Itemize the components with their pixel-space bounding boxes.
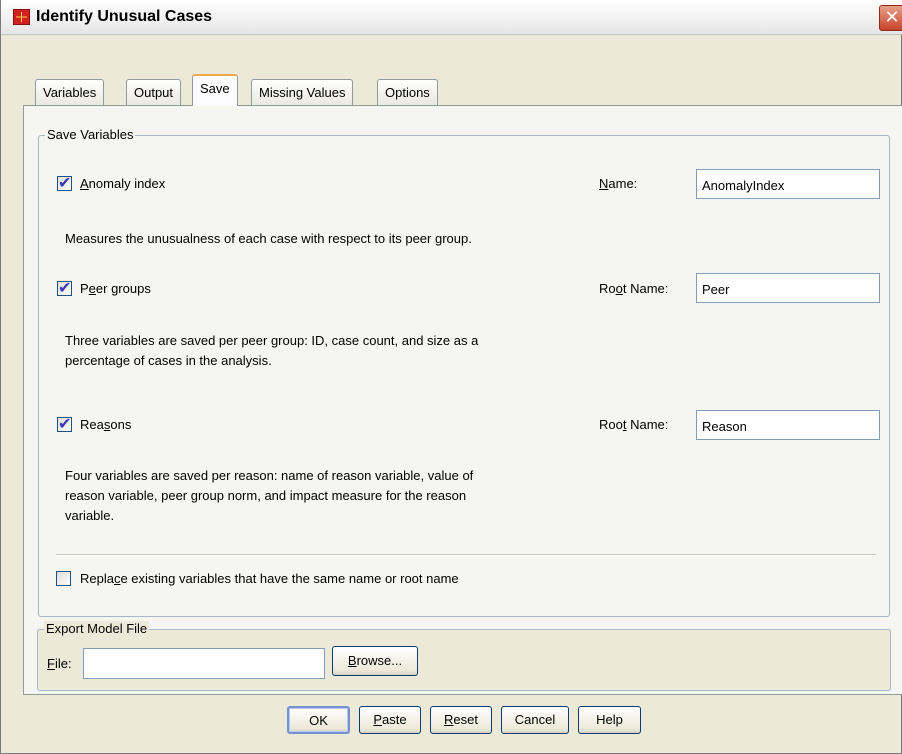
cancel-label: Cancel (514, 712, 556, 727)
peer-root-name-input[interactable]: Peer (696, 273, 880, 303)
reasons-desc-line: reason variable, peer group norm, and im… (65, 488, 467, 503)
peer-groups-description: Three variables are saved per peer group… (65, 331, 478, 371)
help-button[interactable]: Help (578, 706, 641, 734)
reasons-root-name-value: Reason (702, 419, 747, 434)
reasons-root-name-input[interactable]: Reason (696, 410, 880, 440)
peer-desc-line: percentage of cases in the analysis. (65, 353, 272, 368)
tab-label: Missing Values (259, 85, 346, 100)
reasons-description: Four variables are saved per reason: nam… (65, 466, 473, 526)
tab-label: Save (200, 81, 230, 96)
ok-label: OK (309, 713, 328, 728)
tab-label: Output (134, 85, 174, 100)
reasons-desc-line: Four variables are saved per reason: nam… (65, 468, 474, 483)
replace-existing-label[interactable]: Replace existing variables that have the… (80, 571, 459, 586)
help-label: Help (596, 712, 623, 727)
file-path-input[interactable] (83, 648, 325, 679)
dialog-body: Variables Output Save Missing Values Opt… (1, 0, 902, 754)
file-label: File: (47, 656, 72, 671)
tab-label: Variables (43, 85, 97, 100)
peer-desc-line: Three variables are saved per peer group… (65, 333, 479, 348)
anomaly-name-value: AnomalyIndex (702, 178, 785, 193)
tab-variables[interactable]: Variables (35, 79, 105, 105)
ok-button[interactable]: OK (287, 706, 350, 734)
anomaly-index-label[interactable]: Anomaly index (80, 176, 165, 191)
anomaly-index-description: Measures the unusualness of each case wi… (65, 231, 472, 246)
anomaly-name-label: Name: (599, 176, 638, 191)
identify-unusual-cases-dialog: Identify Unusual Cases ✕ Variables Outpu… (0, 0, 902, 754)
reset-button[interactable]: Reset (430, 706, 492, 734)
anomaly-name-input[interactable]: AnomalyIndex (696, 169, 880, 199)
reasons-checkbox[interactable] (57, 414, 72, 433)
tab-options[interactable]: Options (377, 79, 438, 105)
export-model-file-legend: Export Model File (44, 621, 150, 636)
save-tab-panel: Save Variables Anomaly index Name: Anoma… (23, 105, 902, 695)
tab-output[interactable]: Output (126, 79, 182, 105)
tab-label: Options (385, 85, 430, 100)
replace-existing-checkbox[interactable] (56, 571, 71, 586)
reasons-root-name-label: Root Name: (599, 417, 669, 432)
anomaly-index-checkbox[interactable] (57, 173, 72, 192)
peer-groups-label[interactable]: Peer groups (80, 281, 151, 296)
save-variables-legend: Save Variables (45, 127, 136, 142)
reasons-label[interactable]: Reasons (80, 417, 131, 432)
peer-root-name-label: Root Name: (599, 281, 669, 296)
save-variables-group: Save Variables (38, 127, 890, 617)
tab-missing-values[interactable]: Missing Values (251, 79, 354, 105)
separator (56, 554, 876, 556)
tab-save[interactable]: Save (192, 74, 238, 106)
peer-groups-checkbox[interactable] (57, 278, 72, 297)
browse-button[interactable]: Browse... (332, 646, 418, 676)
paste-button[interactable]: Paste (359, 706, 421, 734)
reasons-desc-line: variable. (65, 508, 115, 523)
peer-root-name-value: Peer (702, 282, 730, 297)
cancel-button[interactable]: Cancel (501, 706, 569, 734)
